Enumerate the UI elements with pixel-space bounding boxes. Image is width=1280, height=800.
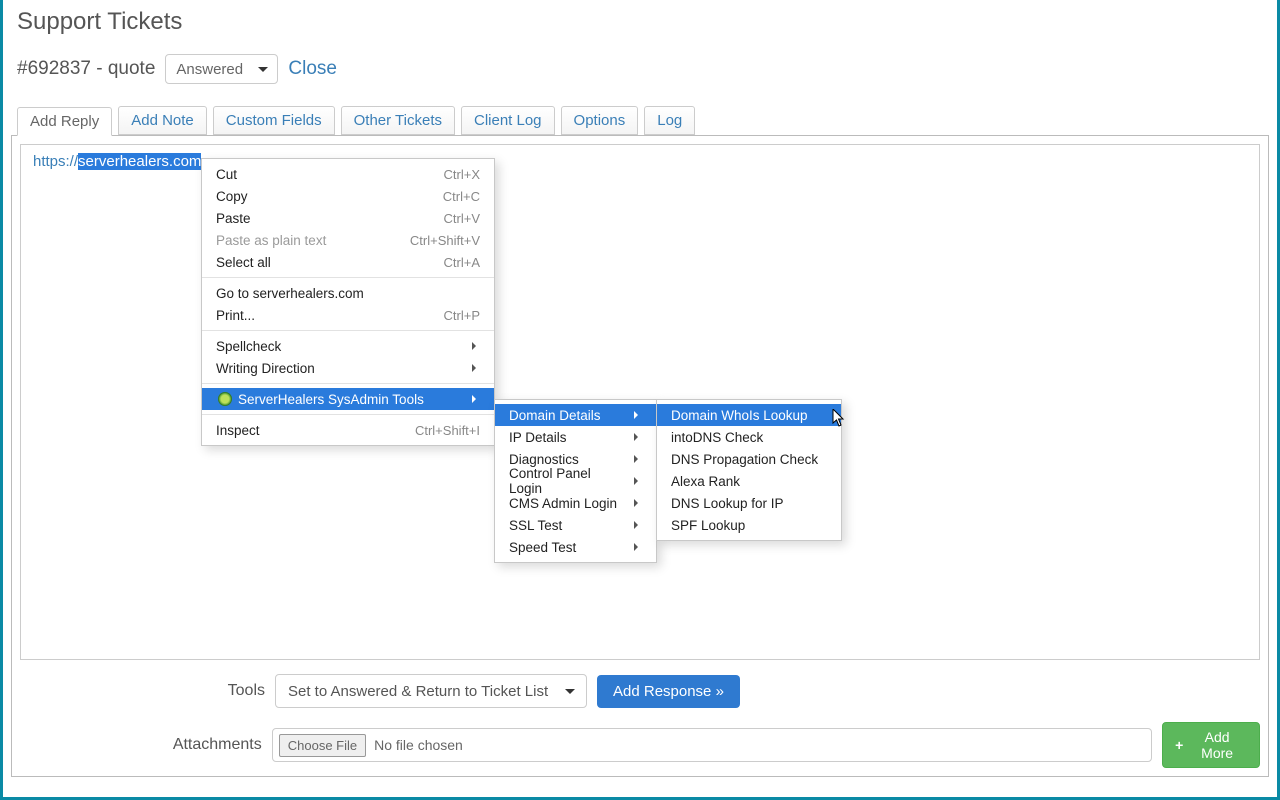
ctx-dns-lookup-ip[interactable]: DNS Lookup for IP	[657, 492, 841, 514]
tab-options[interactable]: Options	[561, 106, 639, 135]
tab-other-tickets[interactable]: Other Tickets	[341, 106, 455, 135]
ctx-spf-lookup[interactable]: SPF Lookup	[657, 514, 841, 536]
ctx-cut[interactable]: CutCtrl+X	[202, 163, 494, 185]
separator	[202, 277, 494, 278]
tools-action-select[interactable]: Set to Answered & Return to Ticket List	[275, 674, 587, 708]
ctx-ssl-test[interactable]: SSL Test	[495, 514, 656, 536]
attachment-input[interactable]: Choose File No file chosen	[272, 728, 1152, 762]
ctx-goto-url[interactable]: Go to serverhealers.com	[202, 282, 494, 304]
extension-icon	[218, 392, 232, 406]
ctx-domain-details[interactable]: Domain Details	[495, 404, 656, 426]
separator	[202, 414, 494, 415]
ctx-writing-direction[interactable]: Writing Direction	[202, 357, 494, 379]
add-response-button[interactable]: Add Response »	[597, 675, 740, 708]
tab-log[interactable]: Log	[644, 106, 695, 135]
ctx-inspect[interactable]: InspectCtrl+Shift+I	[202, 419, 494, 441]
editor-url-prefix: https://	[33, 153, 78, 170]
ticket-status-select[interactable]: Answered	[165, 54, 278, 84]
ticket-id-label: #692837 - quote	[17, 58, 155, 80]
ctx-speed-test[interactable]: Speed Test	[495, 536, 656, 558]
ctx-select-all[interactable]: Select allCtrl+A	[202, 251, 494, 273]
ctx-paste-plain: Paste as plain textCtrl+Shift+V	[202, 229, 494, 251]
ctx-alexa-rank[interactable]: Alexa Rank	[657, 470, 841, 492]
ctx-spellcheck[interactable]: Spellcheck	[202, 335, 494, 357]
context-menu[interactable]: CutCtrl+X CopyCtrl+C PasteCtrl+V Paste a…	[201, 158, 495, 446]
choose-file-button[interactable]: Choose File	[279, 734, 366, 757]
no-file-label: No file chosen	[374, 737, 463, 753]
ctx-copy[interactable]: CopyCtrl+C	[202, 185, 494, 207]
tab-add-note[interactable]: Add Note	[118, 106, 207, 135]
tab-custom-fields[interactable]: Custom Fields	[213, 106, 335, 135]
ctx-cms-login[interactable]: CMS Admin Login	[495, 492, 656, 514]
ctx-intodns-check[interactable]: intoDNS Check	[657, 426, 841, 448]
add-more-attachments-button[interactable]: + Add More	[1162, 722, 1260, 768]
tab-client-log[interactable]: Client Log	[461, 106, 555, 135]
add-more-label: Add More	[1187, 729, 1247, 761]
context-submenu-tools[interactable]: Domain Details IP Details Diagnostics Co…	[494, 399, 657, 563]
separator	[202, 330, 494, 331]
context-submenu-domain[interactable]: Domain WhoIs Lookup intoDNS Check DNS Pr…	[656, 399, 842, 541]
ctx-paste[interactable]: PasteCtrl+V	[202, 207, 494, 229]
ctx-print[interactable]: Print...Ctrl+P	[202, 304, 494, 326]
ctx-dns-propagation[interactable]: DNS Propagation Check	[657, 448, 841, 470]
close-ticket-link[interactable]: Close	[288, 58, 337, 80]
tools-label: Tools	[20, 682, 265, 700]
plus-icon: +	[1175, 737, 1183, 753]
editor-url-selection: serverhealers.com	[78, 153, 201, 170]
separator	[202, 383, 494, 384]
tab-add-reply[interactable]: Add Reply	[17, 107, 112, 136]
ctx-whois-lookup[interactable]: Domain WhoIs Lookup	[657, 404, 841, 426]
ctx-ip-details[interactable]: IP Details	[495, 426, 656, 448]
ctx-cpanel-login[interactable]: Control Panel Login	[495, 470, 656, 492]
page-title: Support Tickets	[3, 0, 1277, 54]
attachments-label: Attachments	[20, 736, 262, 754]
ctx-serverhealers-tools[interactable]: ServerHealers SysAdmin Tools	[202, 388, 494, 410]
